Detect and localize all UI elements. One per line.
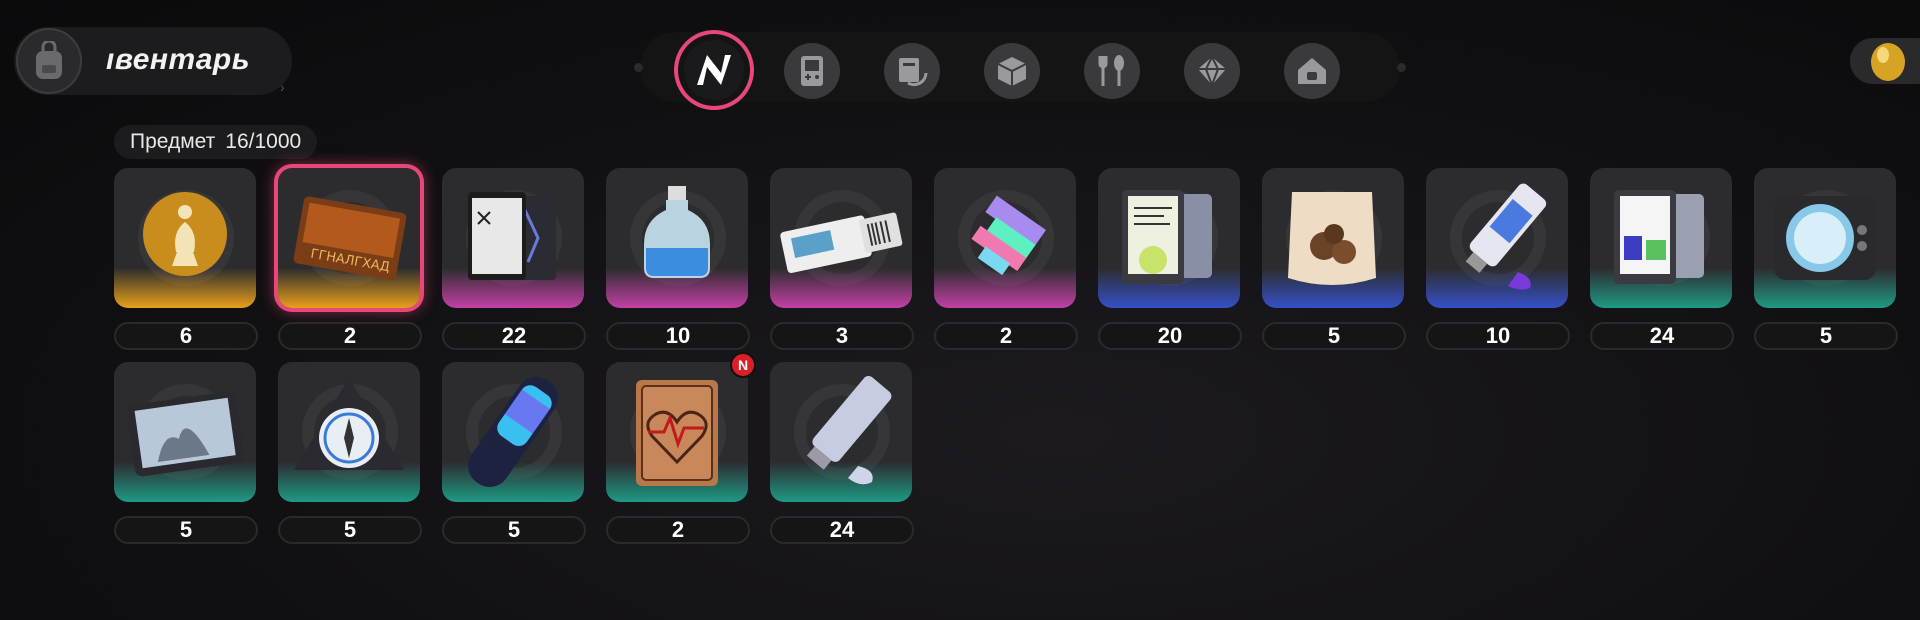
item-quantity: 5 xyxy=(1754,322,1898,350)
item-card[interactable] xyxy=(1098,168,1240,308)
item-quantity: 10 xyxy=(1426,322,1570,350)
item-card[interactable] xyxy=(770,168,912,308)
item-count-value: 16/1000 xyxy=(225,130,302,153)
silver-tube-icon xyxy=(806,376,892,485)
item-card[interactable] xyxy=(934,168,1076,308)
tablet-document-icon xyxy=(1122,190,1212,284)
inventory-item[interactable]: 5 xyxy=(442,362,588,548)
box-icon xyxy=(997,57,1027,86)
inventory-title-pill[interactable]: ıвентарь › xyxy=(14,27,292,95)
tab-consoles[interactable] xyxy=(784,43,840,99)
item-quantity: 3 xyxy=(770,322,914,350)
item-card[interactable] xyxy=(606,168,748,308)
inventory-item[interactable]: 20 xyxy=(1098,168,1244,354)
item-quantity: 6 xyxy=(114,322,258,350)
item-card[interactable] xyxy=(770,362,912,502)
item-card[interactable] xyxy=(114,362,256,502)
item-card[interactable] xyxy=(442,168,584,308)
inventory-item[interactable]: 5 xyxy=(278,362,424,548)
glow-cylinder-icon xyxy=(468,377,558,487)
n-logo-icon xyxy=(697,55,731,85)
potion-bottle-icon xyxy=(644,186,710,278)
inventory-item[interactable]: 22 xyxy=(442,168,588,354)
item-quantity: 5 xyxy=(1262,322,1406,350)
item-quantity: 2 xyxy=(606,516,750,544)
item-count-label: Предмет xyxy=(130,130,216,153)
fork-spoon-icon xyxy=(1098,55,1124,86)
inventory-item[interactable]: 5 xyxy=(1262,168,1408,354)
item-card[interactable] xyxy=(606,362,748,502)
tab-food[interactable] xyxy=(1084,43,1140,99)
item-card[interactable] xyxy=(1590,168,1732,308)
item-quantity: 5 xyxy=(278,516,422,544)
inventory-item[interactable]: 10 xyxy=(1426,168,1572,354)
item-card[interactable] xyxy=(442,362,584,502)
item-card[interactable] xyxy=(278,362,420,502)
new-badge: N xyxy=(730,352,756,378)
tablet-photo-icon xyxy=(126,391,244,477)
tab-discs[interactable] xyxy=(884,43,940,99)
home-icon xyxy=(1298,58,1326,84)
gold-egg-icon xyxy=(1871,43,1905,81)
item-quantity: 24 xyxy=(770,516,914,544)
paint-tube-icon xyxy=(1465,183,1547,290)
chevron-right-icon: › xyxy=(280,79,285,95)
disc-case-icon xyxy=(899,58,928,87)
gem-icon xyxy=(1198,55,1226,87)
inventory-item[interactable]: 3 xyxy=(770,168,916,354)
item-quantity: 22 xyxy=(442,322,586,350)
item-quantity: 20 xyxy=(1098,322,1242,350)
item-card[interactable]: ГГНАЛГХАД xyxy=(278,168,420,308)
item-quantity: 5 xyxy=(114,516,258,544)
item-card[interactable] xyxy=(1754,168,1896,308)
item-card[interactable] xyxy=(1426,168,1568,308)
item-quantity: 24 xyxy=(1590,322,1734,350)
tablet-poster-icon xyxy=(1614,190,1704,284)
inventory-item[interactable]: N2 xyxy=(606,352,756,548)
inventory-item[interactable]: 2 xyxy=(934,168,1080,354)
currency-widget[interactable] xyxy=(1850,38,1920,84)
camera-device-icon xyxy=(1774,196,1876,280)
item-count-pill: Предмет 16/1000 xyxy=(114,125,318,159)
inventory-item[interactable]: 5 xyxy=(1754,168,1900,354)
item-quantity: 2 xyxy=(278,322,422,350)
item-card[interactable] xyxy=(114,168,256,308)
inventory-item[interactable]: 6 xyxy=(114,168,260,354)
item-card[interactable] xyxy=(1262,168,1404,308)
heartbeat-card-icon xyxy=(636,380,718,486)
tab-furniture[interactable] xyxy=(1284,43,1340,99)
glitch-fragment-icon xyxy=(971,195,1046,276)
tab-all-items[interactable] xyxy=(678,34,750,106)
item-quantity: 10 xyxy=(606,322,750,350)
item-quantity: 2 xyxy=(934,322,1078,350)
bronze-card-icon: ГГНАЛГХАД xyxy=(293,196,407,280)
inventory-item[interactable]: ГГНАЛГХАД 2 xyxy=(278,168,424,354)
ticket-icon xyxy=(780,212,903,273)
tab-separator-dot xyxy=(634,63,643,72)
inventory-item[interactable]: 5 xyxy=(114,362,260,548)
inventory-item[interactable]: 24 xyxy=(770,362,916,548)
page-title: ıвентарь xyxy=(106,43,251,76)
item-quantity: 5 xyxy=(442,516,586,544)
handheld-console-icon xyxy=(801,56,823,86)
inventory-item[interactable]: 10 xyxy=(606,168,752,354)
tab-separator-dot xyxy=(1397,63,1406,72)
snack-bag-icon xyxy=(1288,192,1376,285)
tab-boxes[interactable] xyxy=(984,43,1040,99)
compass-device-icon xyxy=(294,378,404,470)
tab-gems[interactable] xyxy=(1184,43,1240,99)
magazine-icon xyxy=(468,192,556,280)
category-tabbar xyxy=(634,32,1406,106)
backpack-icon xyxy=(16,28,82,94)
inventory-item[interactable]: 24 xyxy=(1590,168,1736,354)
golden-chess-piece-icon xyxy=(143,192,227,276)
